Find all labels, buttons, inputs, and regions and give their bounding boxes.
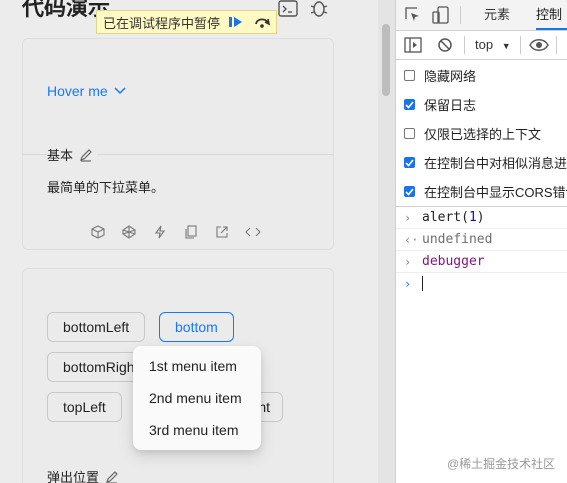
console-output: › alert(1) ‹· undefined › debugger › xyxy=(396,207,567,294)
live-expression-eye-icon[interactable] xyxy=(529,38,549,52)
placement-button-bottom[interactable]: bottom xyxy=(159,312,234,342)
text-cursor xyxy=(422,276,423,291)
checkbox-checked[interactable] xyxy=(404,99,415,110)
divider xyxy=(464,36,465,54)
open-external-icon[interactable] xyxy=(213,223,231,241)
section-title-basic: 基本 xyxy=(47,145,98,164)
demo-card-basic: Hover me 基本 最简单的下拉菜单。 xyxy=(22,38,334,250)
codepen-icon[interactable] xyxy=(120,223,138,241)
hover-me-label: Hover me xyxy=(47,83,108,99)
resume-icon xyxy=(229,17,243,27)
paused-banner-text: 已在调试程序中暂停 xyxy=(103,15,221,31)
section-title-text: 基本 xyxy=(47,148,74,163)
setting-show-cors-errors[interactable]: 在控制台中显示CORS错误 xyxy=(396,177,567,206)
input-prompt-icon: › xyxy=(404,254,412,269)
setting-label: 在控制台中显示CORS错误 xyxy=(424,185,567,200)
page-scrollbar[interactable] xyxy=(378,0,396,483)
copy-icon[interactable] xyxy=(182,223,200,241)
prompt-icon: › xyxy=(404,276,412,291)
console-text: undefined xyxy=(422,232,493,247)
setting-label: 保留日志 xyxy=(424,98,477,113)
bug-icon xyxy=(310,1,328,17)
context-selector-value: top xyxy=(475,37,494,52)
show-sidebar-icon[interactable] xyxy=(404,37,422,53)
console-input-line: › debugger xyxy=(396,251,567,273)
code-expand-icon[interactable] xyxy=(244,223,262,241)
hover-me-trigger[interactable]: Hover me xyxy=(47,83,126,99)
paused-in-debugger-banner: 已在调试程序中暂停 xyxy=(96,10,278,34)
checkbox[interactable] xyxy=(404,70,415,81)
divider xyxy=(460,6,461,24)
tab-console[interactable]: 控制台 xyxy=(536,0,567,52)
setting-label: 在控制台中对相似消息进行分组 xyxy=(424,156,567,171)
codesandbox-icon[interactable] xyxy=(89,223,107,241)
watermark: @稀土掘金技术社区 xyxy=(447,457,556,471)
devtools-panel: 元素 控制台 top ▼ 隐藏网络 保留日志 xyxy=(395,0,567,483)
setting-hide-network[interactable]: 隐藏网络 xyxy=(396,61,567,90)
console-text: debugger xyxy=(422,254,485,269)
placement-button-topleft[interactable]: topLeft xyxy=(47,392,122,422)
console-text: alert(1) xyxy=(422,210,485,225)
divider xyxy=(520,36,521,54)
edit-icon[interactable] xyxy=(105,470,119,483)
result-arrow-icon: ‹· xyxy=(404,232,419,247)
thunder-icon[interactable] xyxy=(151,223,169,241)
page-viewport: 代码演示 已在调试程序中暂停 Hover me 基本 最简单的下拉菜单。 bot… xyxy=(0,0,378,483)
console-toolbar: top ▼ xyxy=(396,31,567,60)
device-toolbar-icon[interactable] xyxy=(432,6,450,24)
checkbox-checked[interactable] xyxy=(404,157,415,168)
console-settings: 隐藏网络 保留日志 仅限已选择的上下文 在控制台中对相似消息进行分组 在控制台中… xyxy=(396,60,567,207)
demo-description: 最简单的下拉菜单。 xyxy=(47,180,165,195)
divider xyxy=(556,36,557,54)
clear-console-icon[interactable] xyxy=(437,37,453,53)
console-icon xyxy=(278,0,298,17)
console-prompt[interactable]: › xyxy=(396,273,567,294)
section-title-text: 弹出位置 xyxy=(47,470,100,483)
setting-preserve-log[interactable]: 保留日志 xyxy=(396,90,567,119)
input-prompt-icon: › xyxy=(404,210,412,225)
console-result-line: ‹· undefined xyxy=(396,229,567,251)
demo-actions xyxy=(89,223,262,241)
chevron-down-icon xyxy=(114,87,126,95)
checkbox[interactable] xyxy=(404,128,415,139)
placement-button-bottomleft[interactable]: bottomLeft xyxy=(47,312,146,342)
setting-selected-context-only[interactable]: 仅限已选择的上下文 xyxy=(396,119,567,148)
checkbox-checked[interactable] xyxy=(404,186,415,197)
tab-elements[interactable]: 元素 xyxy=(484,0,510,30)
inspect-element-icon[interactable] xyxy=(404,6,422,24)
dropdown-menu-item[interactable]: 3rd menu item xyxy=(133,414,261,446)
dropdown-menu-item[interactable]: 2nd menu item xyxy=(133,382,261,414)
setting-group-similar[interactable]: 在控制台中对相似消息进行分组 xyxy=(396,148,567,177)
edit-icon[interactable] xyxy=(79,148,93,162)
dropdown-menu: 1st menu item 2nd menu item 3rd menu ite… xyxy=(133,346,261,450)
step-over-icon xyxy=(255,18,271,28)
step-over-button[interactable] xyxy=(252,14,272,30)
context-selector[interactable]: top ▼ xyxy=(475,37,511,52)
dropdown-menu-item[interactable]: 1st menu item xyxy=(133,350,261,382)
setting-label: 隐藏网络 xyxy=(424,69,477,84)
resume-button[interactable] xyxy=(226,14,246,30)
console-input-line: › alert(1) xyxy=(396,207,567,229)
devtools-tabbar: 元素 控制台 xyxy=(396,0,567,52)
caret-down-icon: ▼ xyxy=(501,41,511,51)
section-title-placement: 弹出位置 xyxy=(47,467,124,483)
setting-label: 仅限已选择的上下文 xyxy=(424,127,542,142)
scrollbar-thumb[interactable] xyxy=(382,24,390,96)
